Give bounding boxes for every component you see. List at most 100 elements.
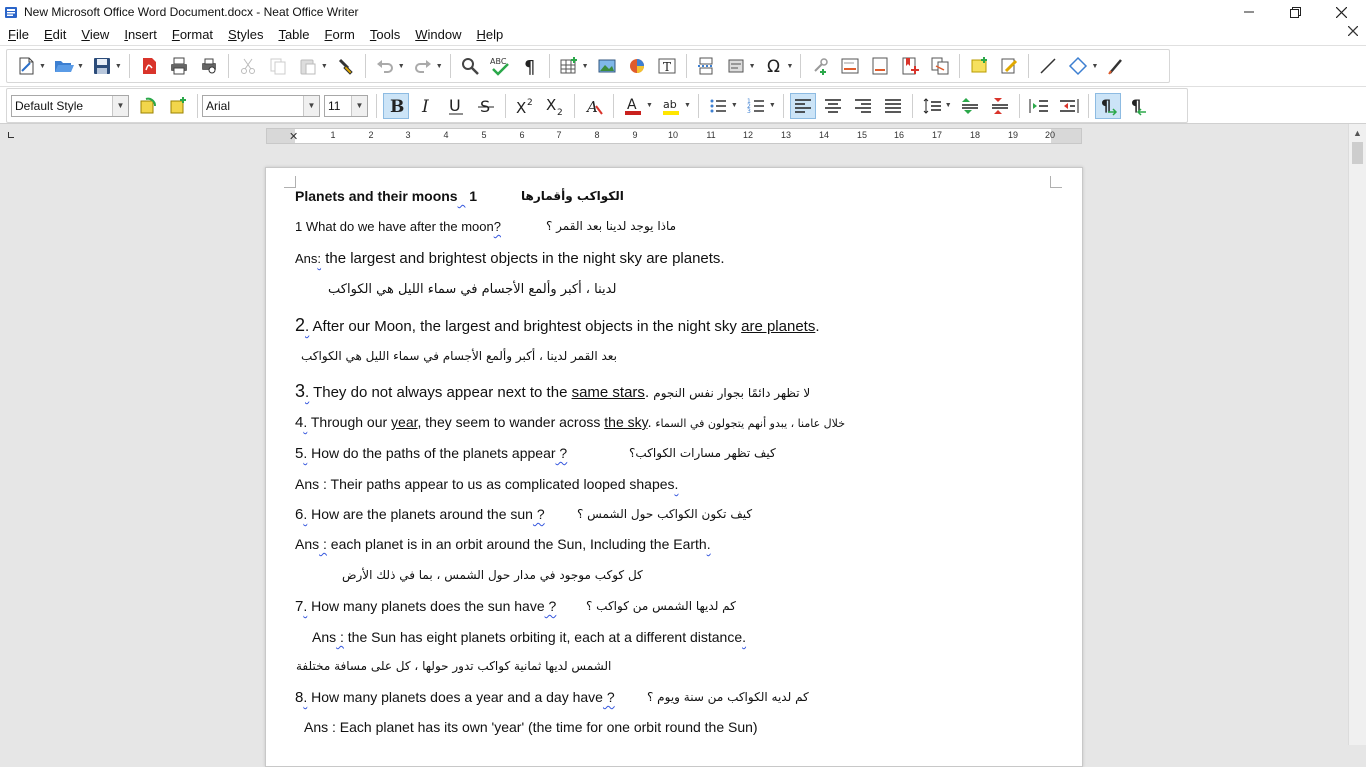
undo-dropdown-icon[interactable]: ▼ [398,63,405,70]
menu-format[interactable]: Format [164,27,220,42]
print-preview-icon[interactable] [196,53,222,79]
insert-hyperlink-icon[interactable] [807,53,833,79]
menu-file[interactable]: File [0,27,36,42]
insert-endnote-icon[interactable] [867,53,893,79]
justify-icon[interactable] [880,93,906,119]
chevron-down-icon[interactable]: ▼ [112,95,128,116]
strikethrough-icon[interactable]: S [473,93,499,119]
superscript-icon[interactable]: X2 [512,93,538,119]
clone-formatting-icon[interactable] [333,53,359,79]
open-dropdown-icon[interactable]: ▼ [77,63,84,70]
menu-view[interactable]: View [73,27,116,42]
insert-image-icon[interactable] [594,53,620,79]
export-pdf-icon[interactable] [136,53,162,79]
field-dropdown-icon[interactable]: ▼ [749,63,756,70]
menu-form[interactable]: Form [317,27,362,42]
insert-footnote-icon[interactable] [837,53,863,79]
italic-icon[interactable]: I [413,93,439,119]
bullet-list-icon[interactable] [705,93,731,119]
undo-icon[interactable] [372,53,398,79]
close-document-icon[interactable] [1348,26,1358,36]
update-style-icon[interactable] [135,93,161,119]
save-dropdown-icon[interactable]: ▼ [115,63,122,70]
numbered-dropdown-icon[interactable]: ▼ [769,102,776,109]
insert-comment-icon[interactable] [966,53,992,79]
decrease-indent-icon[interactable] [1056,93,1082,119]
basic-shapes-icon[interactable] [1065,53,1091,79]
cut-icon[interactable] [235,53,261,79]
minimize-button[interactable] [1226,0,1272,24]
insert-field-icon[interactable] [723,53,749,79]
find-replace-icon[interactable] [457,53,483,79]
tab-stop-selector-icon[interactable] [8,132,14,138]
draw-functions-icon[interactable] [1103,53,1129,79]
chevron-down-icon[interactable]: ▼ [351,95,367,116]
insert-bookmark-icon[interactable] [897,53,923,79]
font-name-combo[interactable]: Arial ▼ [202,94,320,117]
bullet-dropdown-icon[interactable]: ▼ [731,102,738,109]
horizontal-ruler[interactable]: ✕ 1 2 3 4 5 6 7 8 9 10 11 12 13 14 15 16… [266,128,1082,144]
align-right-icon[interactable] [850,93,876,119]
formatting-marks-icon[interactable]: ¶ [517,53,543,79]
redo-icon[interactable] [410,53,436,79]
special-char-dropdown-icon[interactable]: ▼ [787,63,794,70]
menu-table[interactable]: Table [270,27,316,42]
save-icon[interactable] [89,53,115,79]
highlight-color-icon[interactable]: ab [658,93,684,119]
decrease-paragraph-spacing-icon[interactable] [987,93,1013,119]
insert-line-icon[interactable] [1035,53,1061,79]
insert-textbox-icon[interactable]: T [654,53,680,79]
line-spacing-icon[interactable] [919,93,945,119]
right-to-left-icon[interactable]: ¶ [1125,93,1151,119]
subscript-icon[interactable]: X2 [542,93,568,119]
insert-table-icon[interactable] [556,53,582,79]
spelling-icon[interactable]: ABC [487,53,513,79]
scroll-up-icon[interactable]: ▲ [1349,128,1366,142]
menu-window[interactable]: Window [407,27,468,42]
indent-marker-icon[interactable]: ✕ [289,130,298,143]
print-icon[interactable] [166,53,192,79]
open-folder-icon[interactable] [51,53,77,79]
paste-dropdown-icon[interactable]: ▼ [321,63,328,70]
new-style-icon[interactable] [165,93,191,119]
align-center-icon[interactable] [820,93,846,119]
copy-icon[interactable] [265,53,291,79]
item-3-ar: لا تظهر دائمًا بجوار نفس النجوم [653,386,811,400]
insert-cross-reference-icon[interactable] [927,53,953,79]
new-document-icon[interactable] [13,53,39,79]
menu-insert[interactable]: Insert [116,27,164,42]
menu-edit[interactable]: Edit [36,27,73,42]
document-page[interactable]: Planets and their moons 1 الكواكب وأقمار… [265,167,1083,767]
special-character-icon[interactable]: Ω [761,53,787,79]
chevron-down-icon[interactable]: ▼ [303,95,319,116]
vertical-scrollbar[interactable]: ▲ [1348,124,1366,745]
shapes-dropdown-icon[interactable]: ▼ [1091,63,1098,70]
close-window-button[interactable] [1318,0,1364,24]
numbered-list-icon[interactable]: 123 [743,93,769,119]
align-left-icon[interactable] [789,92,816,119]
highlight-dropdown-icon[interactable]: ▼ [684,102,691,109]
table-dropdown-icon[interactable]: ▼ [582,63,589,70]
line-spacing-dropdown-icon[interactable]: ▼ [945,102,952,109]
track-changes-icon[interactable] [996,53,1022,79]
paragraph-style-combo[interactable]: Default Style ▼ [11,94,129,117]
insert-page-break-icon[interactable] [693,53,719,79]
maximize-button[interactable] [1272,0,1318,24]
font-color-icon[interactable]: A [620,93,646,119]
underline-icon[interactable]: U [443,93,469,119]
menu-styles[interactable]: Styles [220,27,270,42]
increase-paragraph-spacing-icon[interactable] [957,93,983,119]
scrollbar-thumb[interactable] [1352,142,1363,164]
new-dropdown-icon[interactable]: ▼ [39,63,46,70]
clear-formatting-icon[interactable]: A [581,93,607,119]
menu-help[interactable]: Help [468,27,510,42]
increase-indent-icon[interactable] [1026,93,1052,119]
font-size-combo[interactable]: 11 ▼ [324,94,368,117]
paste-icon[interactable] [295,53,321,79]
redo-dropdown-icon[interactable]: ▼ [436,63,443,70]
bold-icon[interactable]: B [383,92,409,119]
menu-tools[interactable]: Tools [362,27,407,42]
font-color-dropdown-icon[interactable]: ▼ [646,102,653,109]
left-to-right-icon[interactable]: ¶ [1094,92,1121,119]
insert-chart-icon[interactable] [624,53,650,79]
